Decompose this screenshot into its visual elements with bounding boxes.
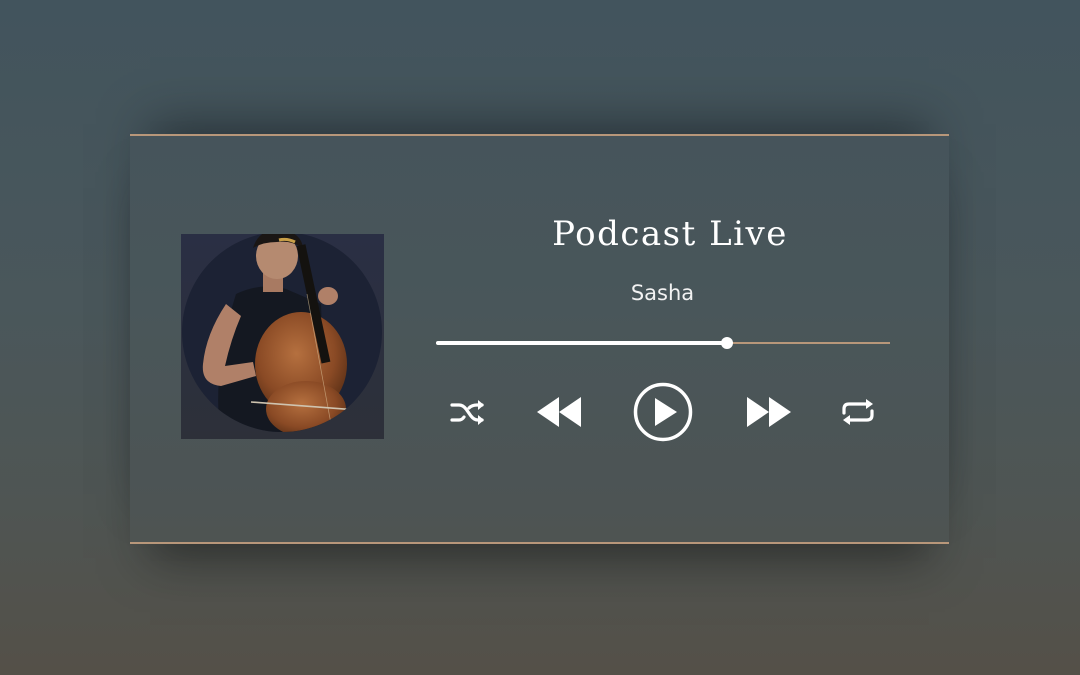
progress-slider[interactable] bbox=[436, 337, 890, 349]
album-cover bbox=[181, 234, 384, 439]
shuffle-icon bbox=[450, 400, 484, 425]
fast-forward-button[interactable] bbox=[740, 392, 796, 432]
repeat-icon bbox=[842, 399, 874, 425]
cover-art-image bbox=[181, 234, 384, 439]
progress-fill bbox=[436, 341, 727, 345]
progress-thumb[interactable] bbox=[720, 337, 733, 349]
shuffle-button[interactable] bbox=[446, 392, 490, 432]
fast-forward-icon bbox=[747, 397, 791, 427]
repeat-button[interactable] bbox=[836, 392, 880, 432]
rewind-button[interactable] bbox=[532, 392, 588, 432]
play-circle-icon bbox=[633, 382, 693, 442]
rewind-icon bbox=[537, 397, 581, 427]
track-artist: Sasha bbox=[630, 281, 695, 305]
track-title: Podcast Live bbox=[552, 214, 788, 254]
play-button[interactable] bbox=[631, 380, 695, 444]
